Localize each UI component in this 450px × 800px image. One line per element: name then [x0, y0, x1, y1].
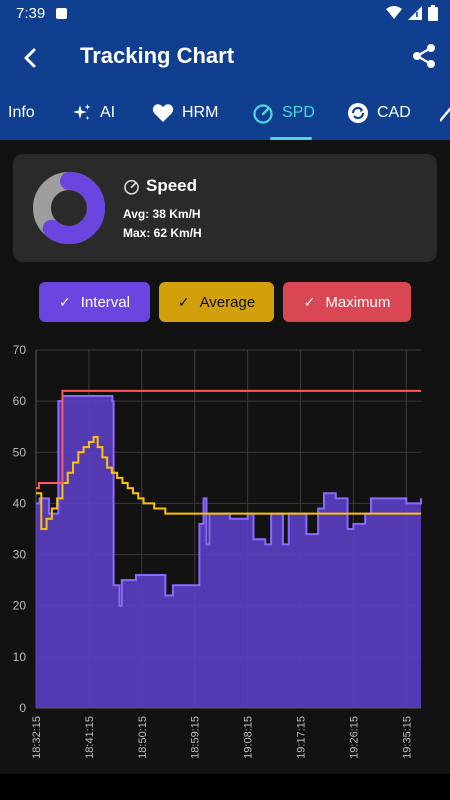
back-arrow-icon[interactable]: [14, 42, 46, 74]
wifi-icon: [386, 6, 402, 19]
x-tick-label: 18:41:15: [84, 716, 96, 759]
tab-cad[interactable]: CAD: [347, 86, 411, 140]
average-speed: Avg: 38 Km/H: [123, 207, 201, 221]
x-tick-label: 19:08:15: [243, 716, 255, 759]
y-tick-label: 40: [13, 496, 27, 510]
navigation-bar: [0, 774, 450, 800]
tab-next[interactable]: [440, 86, 450, 140]
heart-icon: [152, 104, 174, 122]
speedometer-icon: [253, 104, 273, 124]
tab-info-label: Info: [8, 104, 35, 121]
average-toggle[interactable]: ✓ Average: [159, 282, 274, 322]
tab-ai[interactable]: AI: [72, 86, 115, 140]
tab-spd[interactable]: SPD: [252, 86, 330, 140]
speed-gauge: [33, 172, 105, 244]
check-icon: ✓: [59, 293, 71, 310]
y-tick-label: 20: [13, 599, 27, 613]
x-tick-label: 19:35:15: [401, 716, 413, 759]
maximum-toggle[interactable]: ✓ Maximum: [283, 282, 411, 322]
status-bar: 7:39: [0, 0, 450, 28]
interval-toggle[interactable]: ✓ Interval: [39, 282, 150, 322]
y-tick-label: 50: [13, 445, 27, 459]
system-icons: [386, 5, 438, 21]
app-bar: Tracking Chart: [0, 28, 450, 86]
y-tick-label: 60: [13, 394, 27, 408]
status-time: 7:39: [16, 5, 46, 22]
x-tick-label: 19:26:15: [348, 716, 360, 759]
speed-summary-card: Speed Avg: 38 Km/H Max: 62 Km/H: [13, 154, 437, 262]
x-tick-label: 18:59:15: [190, 716, 202, 759]
tab-bar: Info AI HRM SPD CAD: [0, 86, 450, 140]
check-icon: ✓: [303, 293, 316, 310]
tab-hrm[interactable]: HRM: [152, 86, 218, 140]
speed-heading: Speed: [123, 176, 197, 196]
tab-hrm-label: HRM: [182, 104, 219, 121]
y-tick-label: 0: [19, 701, 26, 715]
active-tab-indicator: [270, 137, 312, 140]
speed-chart[interactable]: 0 10 20 30 40 50 60 70 18:32:15 18:41:15 18:50:15 1…: [0, 335, 450, 775]
cadence-icon: [348, 103, 368, 123]
x-tick-label: 18:50:15: [137, 716, 149, 759]
maximum-label: Maximum: [325, 293, 391, 311]
x-tick-label: 18:32:15: [31, 716, 43, 759]
y-tick-label: 30: [13, 548, 27, 562]
speed-label: Speed: [146, 176, 198, 195]
signal-icon: [408, 6, 422, 20]
share-icon[interactable]: [410, 42, 438, 70]
tab-ai-label: AI: [100, 104, 116, 121]
partial-tab-icon: [440, 107, 450, 122]
average-label: Average: [199, 293, 256, 311]
page-title: Tracking Chart: [80, 43, 235, 68]
check-icon: ✓: [177, 293, 190, 310]
notification-icon: [56, 8, 67, 19]
battery-icon: [428, 5, 438, 21]
y-tick-label: 10: [13, 650, 27, 664]
interval-label: Interval: [80, 293, 130, 311]
speedometer-small-icon: [124, 179, 139, 195]
y-tick-label: 70: [13, 343, 27, 357]
tab-cad-label: CAD: [377, 104, 411, 121]
tab-info[interactable]: Info: [8, 86, 35, 140]
sparkles-icon: [73, 104, 91, 120]
max-speed: Max: 62 Km/H: [123, 226, 202, 240]
x-tick-label: 19:17:15: [296, 716, 308, 759]
tab-spd-label: SPD: [282, 104, 315, 121]
